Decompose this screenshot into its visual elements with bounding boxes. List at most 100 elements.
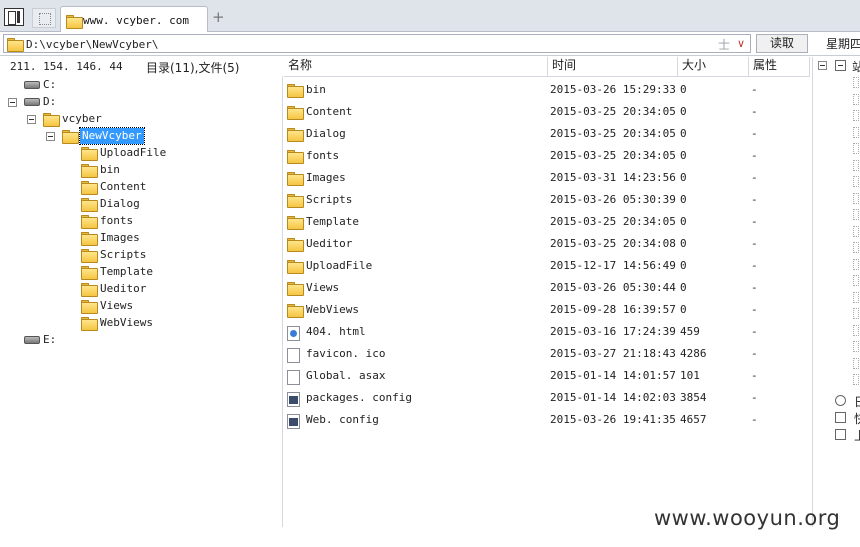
column-header-attr[interactable]: 属性 <box>749 57 810 76</box>
tree-node-child[interactable]: fonts <box>0 213 200 229</box>
header-divider <box>284 76 810 77</box>
table-row[interactable]: bin 2015-03-26 15:29:33 0 - <box>284 79 810 101</box>
folder-icon <box>287 304 304 318</box>
tree-stub <box>853 143 859 154</box>
address-input[interactable]: D:\vcyber\NewVcyber\ 士 ∨ <box>3 34 751 53</box>
tree-stub <box>853 192 859 204</box>
tree-node-child[interactable]: Template <box>0 264 200 280</box>
add-tab-button[interactable]: + <box>212 10 225 25</box>
row-size: 101 <box>680 369 700 382</box>
folder-icon <box>81 147 98 161</box>
table-row[interactable]: Ueditor 2015-03-25 20:34:08 0 - <box>284 233 810 255</box>
row-size: 0 <box>680 259 687 272</box>
row-name: packages. config <box>306 391 412 404</box>
read-button[interactable]: 读取 <box>756 34 808 53</box>
tree-stub <box>853 374 859 385</box>
tree-label: Template <box>100 265 153 278</box>
collapse-icon[interactable] <box>27 115 36 124</box>
right-item-label: 快 <box>854 410 860 427</box>
folder-icon <box>287 172 304 186</box>
tree-node-c[interactable]: C: <box>0 77 200 93</box>
table-row[interactable]: Content 2015-03-25 20:34:05 0 - <box>284 101 810 123</box>
tree-node-child[interactable]: Ueditor <box>0 281 200 297</box>
table-row[interactable]: fonts 2015-03-25 20:34:05 0 - <box>284 145 810 167</box>
tree-node-child[interactable]: Views <box>0 298 200 314</box>
tree-node-e[interactable]: E: <box>0 332 200 348</box>
column-header-name[interactable]: 名称 <box>284 57 548 76</box>
column-header-time[interactable]: 时间 <box>548 57 678 76</box>
table-row[interactable]: WebViews 2015-09-28 16:39:57 0 - <box>284 299 810 321</box>
table-row[interactable]: favicon. ico 2015-03-27 21:18:43 4286 - <box>284 343 810 365</box>
table-row[interactable]: Views 2015-03-26 05:30:44 0 - <box>284 277 810 299</box>
new-window-icon[interactable] <box>32 8 56 28</box>
collapse-icon[interactable] <box>8 98 17 107</box>
table-row[interactable]: Scripts 2015-03-26 05:30:39 0 - <box>284 189 810 211</box>
table-row[interactable]: packages. config 2015-01-14 14:02:03 3854 - <box>284 387 810 409</box>
row-attr: - <box>751 193 758 206</box>
tab-active[interactable]: www. vcyber. com <box>60 6 208 33</box>
row-time: 2015-03-26 19:41:35 <box>550 413 676 426</box>
row-time: 2015-01-14 14:02:03 <box>550 391 676 404</box>
table-row[interactable]: Web. config 2015-03-26 19:41:35 4657 - <box>284 409 810 431</box>
row-size: 4657 <box>680 413 707 426</box>
table-row[interactable]: 404. html 2015-03-16 17:24:39 459 - <box>284 321 810 343</box>
tree-label: Scripts <box>100 248 147 261</box>
row-size: 0 <box>680 281 687 294</box>
drive-icon <box>24 336 40 344</box>
row-time: 2015-03-31 14:23:56 <box>550 171 676 184</box>
tree-stub <box>853 308 859 319</box>
tree-stub <box>853 126 859 138</box>
bookmark-icon[interactable]: 士 <box>718 36 730 53</box>
tree-stub <box>853 176 859 187</box>
folder-icon <box>287 84 304 98</box>
row-name: bin <box>306 83 326 96</box>
address-bar: D:\vcyber\NewVcyber\ 士 ∨ 读取 星期四 <box>0 32 860 56</box>
collapse-icon[interactable] <box>46 132 55 141</box>
table-row[interactable]: Global. asax 2015-01-14 14:01:57 101 - <box>284 365 810 387</box>
row-attr: - <box>751 105 758 118</box>
row-icon <box>287 282 304 297</box>
panel-toggle-icon[interactable] <box>4 8 24 26</box>
tree-node-child[interactable]: bin <box>0 162 200 178</box>
tree-label: vcyber <box>62 112 102 125</box>
tree-node-child[interactable]: UploadFile <box>0 145 200 161</box>
row-icon <box>287 150 304 165</box>
row-size: 0 <box>680 237 687 250</box>
folder-icon <box>287 216 304 230</box>
row-size: 4286 <box>680 347 707 360</box>
row-attr: - <box>751 281 758 294</box>
collapse-icon[interactable] <box>818 61 827 70</box>
chevron-down-icon[interactable]: ∨ <box>737 37 745 50</box>
tree-node-d[interactable]: D: <box>0 94 200 110</box>
row-icon <box>287 194 304 209</box>
folder-icon <box>81 232 98 246</box>
row-name: Dialog <box>306 127 346 140</box>
row-icon <box>287 414 300 432</box>
row-icon <box>287 172 304 187</box>
tree-node-child[interactable]: Scripts <box>0 247 200 263</box>
tab-bar: www. vcyber. com + <box>0 0 860 33</box>
table-row[interactable]: UploadFile 2015-12-17 14:56:49 0 - <box>284 255 810 277</box>
table-row[interactable]: Template 2015-03-25 20:34:05 0 - <box>284 211 810 233</box>
tree-node-child[interactable]: WebViews <box>0 315 200 331</box>
row-name: Template <box>306 215 359 228</box>
row-name: Content <box>306 105 353 118</box>
table-row[interactable]: Dialog 2015-03-25 20:34:05 0 - <box>284 123 810 145</box>
tree-node-child[interactable]: Dialog <box>0 196 200 212</box>
row-icon <box>287 370 300 388</box>
row-size: 459 <box>680 325 700 338</box>
tree-node-newvcyber[interactable]: NewVcyber <box>0 127 200 145</box>
row-name: fonts <box>306 149 340 162</box>
drive-icon <box>24 98 40 106</box>
column-header-size[interactable]: 大小 <box>678 57 749 76</box>
tree-node-child[interactable]: Images <box>0 230 200 246</box>
row-time: 2015-03-16 17:24:39 <box>550 325 676 338</box>
row-name: Views <box>306 281 340 294</box>
tree-node-child[interactable]: Content <box>0 179 200 195</box>
table-row[interactable]: Images 2015-03-31 14:23:56 0 - <box>284 167 810 189</box>
row-time: 2015-03-25 20:34:05 <box>550 149 676 162</box>
tree-node-vcyber[interactable]: vcyber <box>0 111 200 127</box>
tree-label: Dialog <box>100 197 140 210</box>
tree-stub <box>853 275 859 286</box>
row-name: Web. config <box>306 413 379 426</box>
